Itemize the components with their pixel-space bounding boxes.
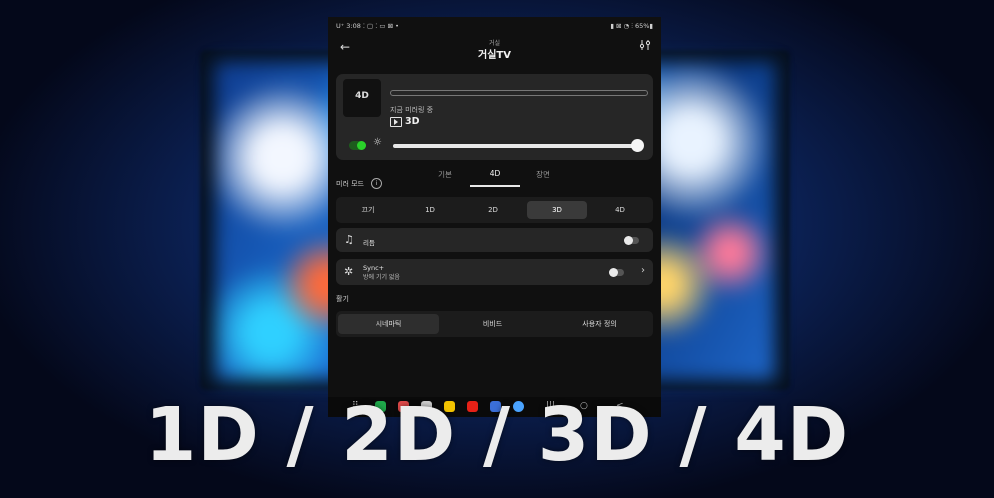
brightness-slider[interactable] — [393, 144, 637, 148]
mirror-mode-selector: 끄기 1D 2D 3D 4D — [336, 197, 653, 223]
status-icons: ▮ ⊠ ◔ ⫶ 65%▮ — [610, 22, 653, 30]
brightness-icon: ☼ — [373, 137, 382, 148]
mode-option-4d[interactable]: 4D — [590, 201, 650, 219]
settings-sliders-icon[interactable] — [639, 39, 651, 51]
vividness-cinematic[interactable]: 시네마틱 — [338, 314, 439, 334]
status-time: U⁺ 3:08 ⁚ ▢ ⁚ ▭ ⊠ • — [336, 22, 399, 30]
rhythm-row[interactable]: ♫ 리듬 — [336, 228, 653, 252]
device-thumbnail: 4D — [343, 79, 381, 117]
rhythm-label: 리듬 — [363, 239, 375, 247]
vividness-vivid[interactable]: 비비드 — [442, 314, 543, 334]
mirroring-status: 지금 미러링 중 — [390, 106, 434, 114]
sync-sun-icon: ✲ — [344, 265, 354, 278]
status-bar: U⁺ 3:08 ⁚ ▢ ⁚ ▭ ⊠ • ▮ ⊠ ◔ ⫶ 65%▮ — [328, 17, 661, 33]
now-playing-card: 4D 지금 미러링 중 3D ☼ — [336, 74, 653, 160]
page-title: 거실TV — [478, 50, 511, 61]
brightness-slider-thumb[interactable] — [631, 139, 644, 152]
mode-option-off[interactable]: 끄기 — [338, 201, 398, 219]
current-mode: 3D — [405, 116, 420, 127]
header: ← 거실 거실TV — [328, 35, 661, 75]
mode-option-3d[interactable]: 3D — [527, 201, 587, 219]
mode-option-2d[interactable]: 2D — [463, 201, 523, 219]
tab-scene[interactable]: 장면 — [518, 169, 568, 180]
play-icon — [390, 117, 402, 127]
vividness-label: 활기 — [336, 295, 349, 303]
power-toggle[interactable] — [349, 141, 366, 150]
sync-plus-subtitle: 방에 기기 없음 — [363, 274, 400, 281]
vividness-custom[interactable]: 사용자 정의 — [548, 314, 651, 334]
sync-progress-bar — [390, 90, 648, 96]
rhythm-toggle[interactable] — [624, 236, 639, 245]
sync-plus-label: Sync+ — [363, 264, 385, 272]
overlay-caption: 1D / 2D / 3D / 4D — [144, 392, 850, 478]
tab-basic[interactable]: 기본 — [420, 169, 470, 180]
phone-screen: U⁺ 3:08 ⁚ ▢ ⁚ ▭ ⊠ • ▮ ⊠ ◔ ⫶ 65%▮ ← 거실 거실… — [328, 17, 661, 417]
info-icon[interactable]: i — [371, 178, 382, 189]
music-note-icon: ♫ — [344, 233, 354, 246]
tab-indicator — [470, 185, 520, 187]
sync-plus-toggle[interactable] — [609, 268, 624, 277]
tab-4d[interactable]: 4D — [470, 169, 520, 178]
sync-plus-row[interactable]: ✲ Sync+ 방에 기기 없음 › — [336, 259, 653, 285]
mirror-mode-label: 미러 모드 — [336, 180, 364, 188]
mode-option-1d[interactable]: 1D — [400, 201, 460, 219]
vividness-selector: 시네마틱 비비드 사용자 정의 — [336, 311, 653, 337]
thumbnail-label: 4D — [355, 91, 369, 101]
chevron-right-icon[interactable]: › — [641, 265, 645, 276]
